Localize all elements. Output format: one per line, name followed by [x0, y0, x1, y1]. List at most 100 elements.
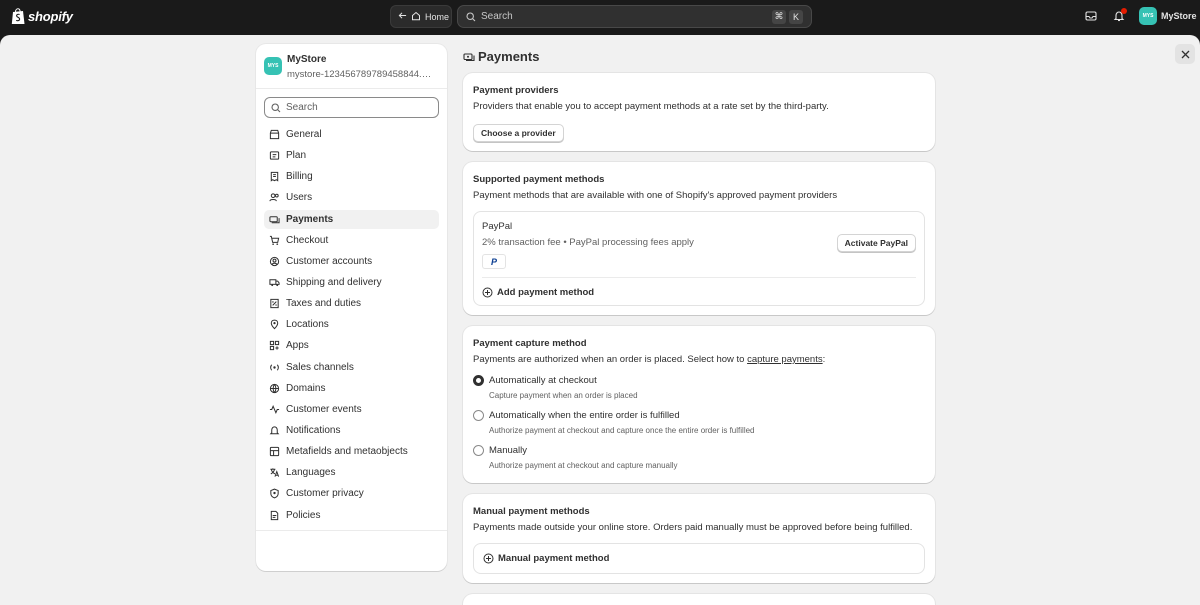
payment-providers-heading: Payment providers — [473, 85, 559, 96]
add-payment-method-button[interactable]: Add payment method — [482, 287, 916, 298]
sidebar-footer-divider — [256, 530, 447, 531]
capture-option[interactable]: Automatically at checkout Capture payment… — [473, 375, 925, 400]
next-settings-card — [463, 594, 935, 605]
manual-payment-method-label: Manual payment method — [498, 553, 610, 564]
manual-payment-methods-card: Manual payment methods Payments made out… — [463, 494, 935, 583]
capture-option-label: Automatically when the entire order is f… — [489, 410, 680, 421]
manual-method-box: Manual payment method — [473, 543, 925, 574]
sidebar-item-apps[interactable]: Apps — [264, 336, 439, 355]
taxes-icon — [269, 298, 280, 309]
store-header[interactable]: MYS MyStore mystore-123456789789458844.m… — [256, 44, 447, 89]
capture-description-text: Payments are authorized when an order is… — [473, 354, 748, 365]
capture-option-label: Automatically at checkout — [489, 375, 597, 386]
policies-icon — [269, 510, 280, 521]
customer-accounts-icon — [269, 256, 280, 267]
sidebar-item-customer-privacy[interactable]: Customer privacy — [264, 484, 439, 503]
sidebar-item-billing[interactable]: Billing — [264, 167, 439, 186]
payment-capture-card: Payment capture method Payments are auth… — [463, 326, 935, 483]
capture-options-group: Automatically at checkout Capture payment… — [473, 375, 925, 470]
user-menu[interactable]: MYS MyStore — [1139, 7, 1197, 25]
inbox-icon[interactable] — [1084, 9, 1098, 23]
global-search-input[interactable]: Search ⌘ K — [457, 5, 812, 28]
search-icon — [466, 11, 476, 22]
payment-providers-description: Providers that enable you to accept paym… — [473, 101, 829, 112]
manual-payment-method-button[interactable]: Manual payment method — [483, 553, 609, 564]
store-avatar: MYS — [264, 57, 282, 75]
notifications-icon — [269, 425, 280, 436]
manual-methods-heading: Manual payment methods — [473, 506, 590, 517]
capture-payments-link[interactable]: capture payments — [747, 354, 823, 365]
capture-option-help: Authorize payment at checkout and captur… — [489, 461, 678, 470]
home-label: Home — [425, 11, 450, 22]
settings-search-input[interactable]: Search — [264, 97, 439, 118]
users-icon — [269, 192, 280, 203]
payment-providers-card: Payment providers Providers that enable … — [463, 73, 935, 151]
sidebar-item-notifications[interactable]: Notifications — [264, 421, 439, 440]
sidebar-item-customer-events[interactable]: Customer events — [264, 400, 439, 419]
sidebar-item-plan[interactable]: Plan — [264, 146, 439, 165]
sidebar-item-customer-accounts[interactable]: Customer accounts — [264, 252, 439, 271]
capture-option-help: Authorize payment at checkout and captur… — [489, 426, 755, 435]
user-name: MyStore — [1161, 11, 1197, 21]
search-icon — [271, 102, 281, 113]
radio-unselected[interactable] — [473, 410, 484, 421]
sidebar-item-label: Languages — [286, 467, 336, 479]
sidebar-item-sales-channels[interactable]: Sales channels — [264, 358, 439, 377]
sidebar-item-locations[interactable]: Locations — [264, 315, 439, 334]
sidebar-item-languages[interactable]: Languages — [264, 463, 439, 482]
sidebar-item-label: Billing — [286, 171, 313, 183]
choose-provider-button[interactable]: Choose a provider — [473, 124, 564, 142]
k-key: K — [789, 9, 803, 24]
search-shortcut: ⌘ K — [772, 9, 803, 24]
sidebar-item-policies[interactable]: Policies — [264, 506, 439, 525]
sidebar-item-checkout[interactable]: Checkout — [264, 231, 439, 250]
settings-nav: General Plan Billing Users Payments Checkout C… — [256, 125, 447, 525]
sales-channels-icon — [269, 362, 280, 373]
radio-unselected[interactable] — [473, 445, 484, 456]
sidebar-item-shipping-and-delivery[interactable]: Shipping and delivery — [264, 273, 439, 292]
capture-option-label: Manually — [489, 445, 528, 456]
user-avatar: MYS — [1139, 7, 1157, 25]
capture-option[interactable]: Automatically when the entire order is f… — [473, 410, 925, 435]
command-key: ⌘ — [772, 9, 786, 24]
sidebar-item-label: Customer events — [286, 403, 362, 415]
close-icon — [1181, 47, 1190, 62]
capture-option-text: Manually Authorize payment at checkout an… — [489, 445, 678, 470]
close-settings-button[interactable] — [1175, 44, 1195, 64]
metafields-icon — [269, 446, 280, 457]
sidebar-item-taxes-and-duties[interactable]: Taxes and duties — [264, 294, 439, 313]
sidebar-item-label: Users — [286, 192, 313, 204]
sidebar-item-payments[interactable]: Payments — [264, 209, 439, 229]
capture-option-help: Capture payment when an order is placed — [489, 391, 638, 400]
billing-icon — [269, 171, 280, 182]
sidebar-item-domains[interactable]: Domains — [264, 379, 439, 398]
store-url: mystore-123456789789458844.myshopify.com — [287, 69, 437, 80]
sidebar-item-general[interactable]: General — [264, 125, 439, 144]
sidebar-item-label: Plan — [286, 150, 307, 162]
apps-icon — [269, 340, 280, 351]
sidebar-item-label: Notifications — [286, 424, 341, 436]
arrow-left-icon — [398, 11, 407, 22]
capture-option-text: Automatically at checkout Capture payment… — [489, 375, 638, 400]
sidebar-item-users[interactable]: Users — [264, 188, 439, 207]
home-button[interactable]: Home — [390, 5, 452, 28]
sidebar-item-metafields-and-metaobjects[interactable]: Metafields and metaobjects — [264, 442, 439, 461]
page-title-text: Payments — [478, 49, 540, 64]
shopify-logo[interactable]: shopify — [11, 8, 73, 25]
payments-icon — [269, 214, 280, 225]
paypal-method-box: PayPal 2% transaction fee • PayPal proce… — [473, 211, 925, 306]
sidebar-item-label: Payments — [286, 213, 334, 225]
settings-sidebar: MYS MyStore mystore-123456789789458844.m… — [256, 44, 447, 571]
activate-paypal-button[interactable]: Activate PayPal — [836, 234, 916, 252]
top-bar: shopify Home Search ⌘ K MYS MyStore — [0, 0, 1200, 35]
capture-option[interactable]: Manually Authorize payment at checkout an… — [473, 445, 925, 470]
capture-description: Payments are authorized when an order is… — [473, 354, 925, 365]
store-icon — [269, 129, 280, 140]
sidebar-item-label: General — [286, 129, 322, 140]
shipping-icon — [269, 277, 280, 288]
capture-description-suffix: : — [822, 354, 826, 365]
settings-search-placeholder: Search — [286, 102, 318, 113]
supported-methods-description: Payment methods that are available with … — [473, 190, 838, 201]
add-payment-method-label: Add payment method — [497, 287, 595, 298]
radio-selected[interactable] — [473, 375, 484, 386]
